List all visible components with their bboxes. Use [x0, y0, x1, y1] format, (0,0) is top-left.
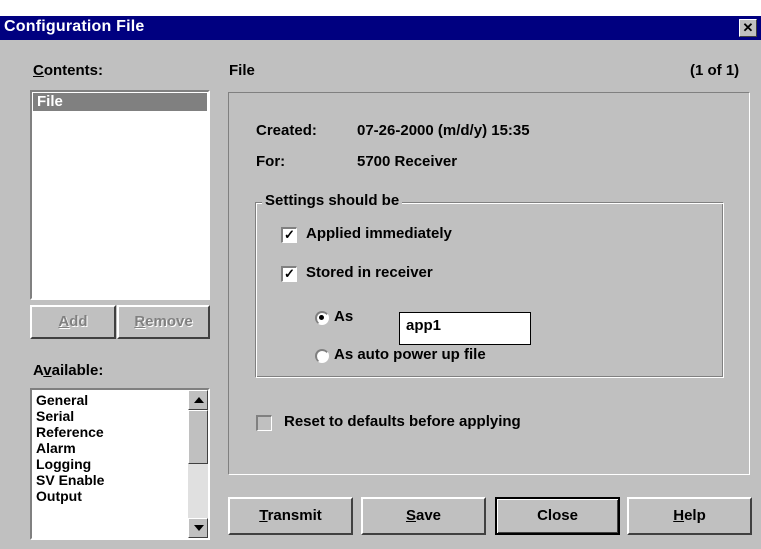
help-button[interactable]: Help [627, 497, 752, 535]
contents-label-text: ontents: [43, 62, 104, 79]
scroll-up-button[interactable] [188, 390, 208, 410]
transmit-button[interactable]: Transmit [228, 497, 353, 535]
auto-power-up-label[interactable]: As auto power up file [334, 346, 486, 363]
window-title: Configuration File [4, 18, 145, 35]
configuration-file-dialog: Configuration File ✕ Contents: File Add … [0, 16, 761, 549]
list-item[interactable]: General [36, 392, 88, 408]
settings-group: Settings should be ✓ Applied immediately… [255, 192, 724, 378]
available-list[interactable]: General Serial Reference Alarm Logging S… [30, 388, 210, 540]
list-item[interactable]: SV Enable [36, 472, 104, 488]
check-icon: ✓ [284, 266, 295, 281]
available-scrollbar[interactable] [188, 390, 208, 538]
created-label: Created: [256, 122, 317, 139]
save-button[interactable]: Save [361, 497, 486, 535]
settings-legend: Settings should be [262, 192, 403, 209]
list-item[interactable]: Serial [36, 408, 74, 424]
stored-in-receiver-label[interactable]: Stored in receiver [306, 264, 433, 281]
list-item[interactable]: Logging [36, 456, 91, 472]
auto-power-up-radio[interactable] [315, 349, 329, 363]
panel-title: File [229, 62, 255, 79]
remove-button[interactable]: Remove [117, 305, 210, 339]
file-panel: Created: 07-26-2000 (m/d/y) 15:35 For: 5… [228, 92, 750, 475]
list-item[interactable]: Reference [36, 424, 104, 440]
reset-defaults-checkbox[interactable] [256, 415, 272, 431]
stored-in-receiver-checkbox[interactable]: ✓ [281, 266, 297, 282]
page-indicator: (1 of 1) [690, 62, 740, 79]
as-radio[interactable] [315, 311, 329, 325]
scroll-down-button[interactable] [188, 518, 208, 538]
for-label: For: [256, 153, 286, 170]
arrow-up-icon [194, 397, 204, 403]
as-radio-label[interactable]: As [334, 308, 353, 325]
list-item[interactable]: Alarm [36, 440, 76, 456]
close-icon[interactable]: ✕ [739, 19, 757, 37]
scroll-thumb[interactable] [188, 410, 208, 464]
title-bar[interactable]: Configuration File ✕ [0, 16, 761, 40]
contents-item-file[interactable]: File [33, 93, 207, 111]
close-button[interactable]: Close [495, 497, 620, 535]
check-icon: ✓ [284, 227, 295, 242]
contents-label: Contents: [33, 62, 104, 79]
created-value: 07-26-2000 (m/d/y) 15:35 [357, 122, 530, 139]
arrow-down-icon [194, 525, 204, 531]
available-label: Available: [33, 362, 104, 379]
add-button[interactable]: Add [30, 305, 116, 339]
list-item[interactable]: Output [36, 488, 82, 504]
radio-dot-icon [319, 315, 324, 320]
applied-immediately-checkbox[interactable]: ✓ [281, 227, 297, 243]
applied-immediately-label[interactable]: Applied immediately [306, 225, 452, 242]
contents-list[interactable]: File [30, 90, 210, 300]
reset-defaults-label[interactable]: Reset to defaults before applying [284, 413, 521, 430]
for-value: 5700 Receiver [357, 153, 458, 170]
as-filename-input[interactable]: app1 [399, 312, 531, 345]
